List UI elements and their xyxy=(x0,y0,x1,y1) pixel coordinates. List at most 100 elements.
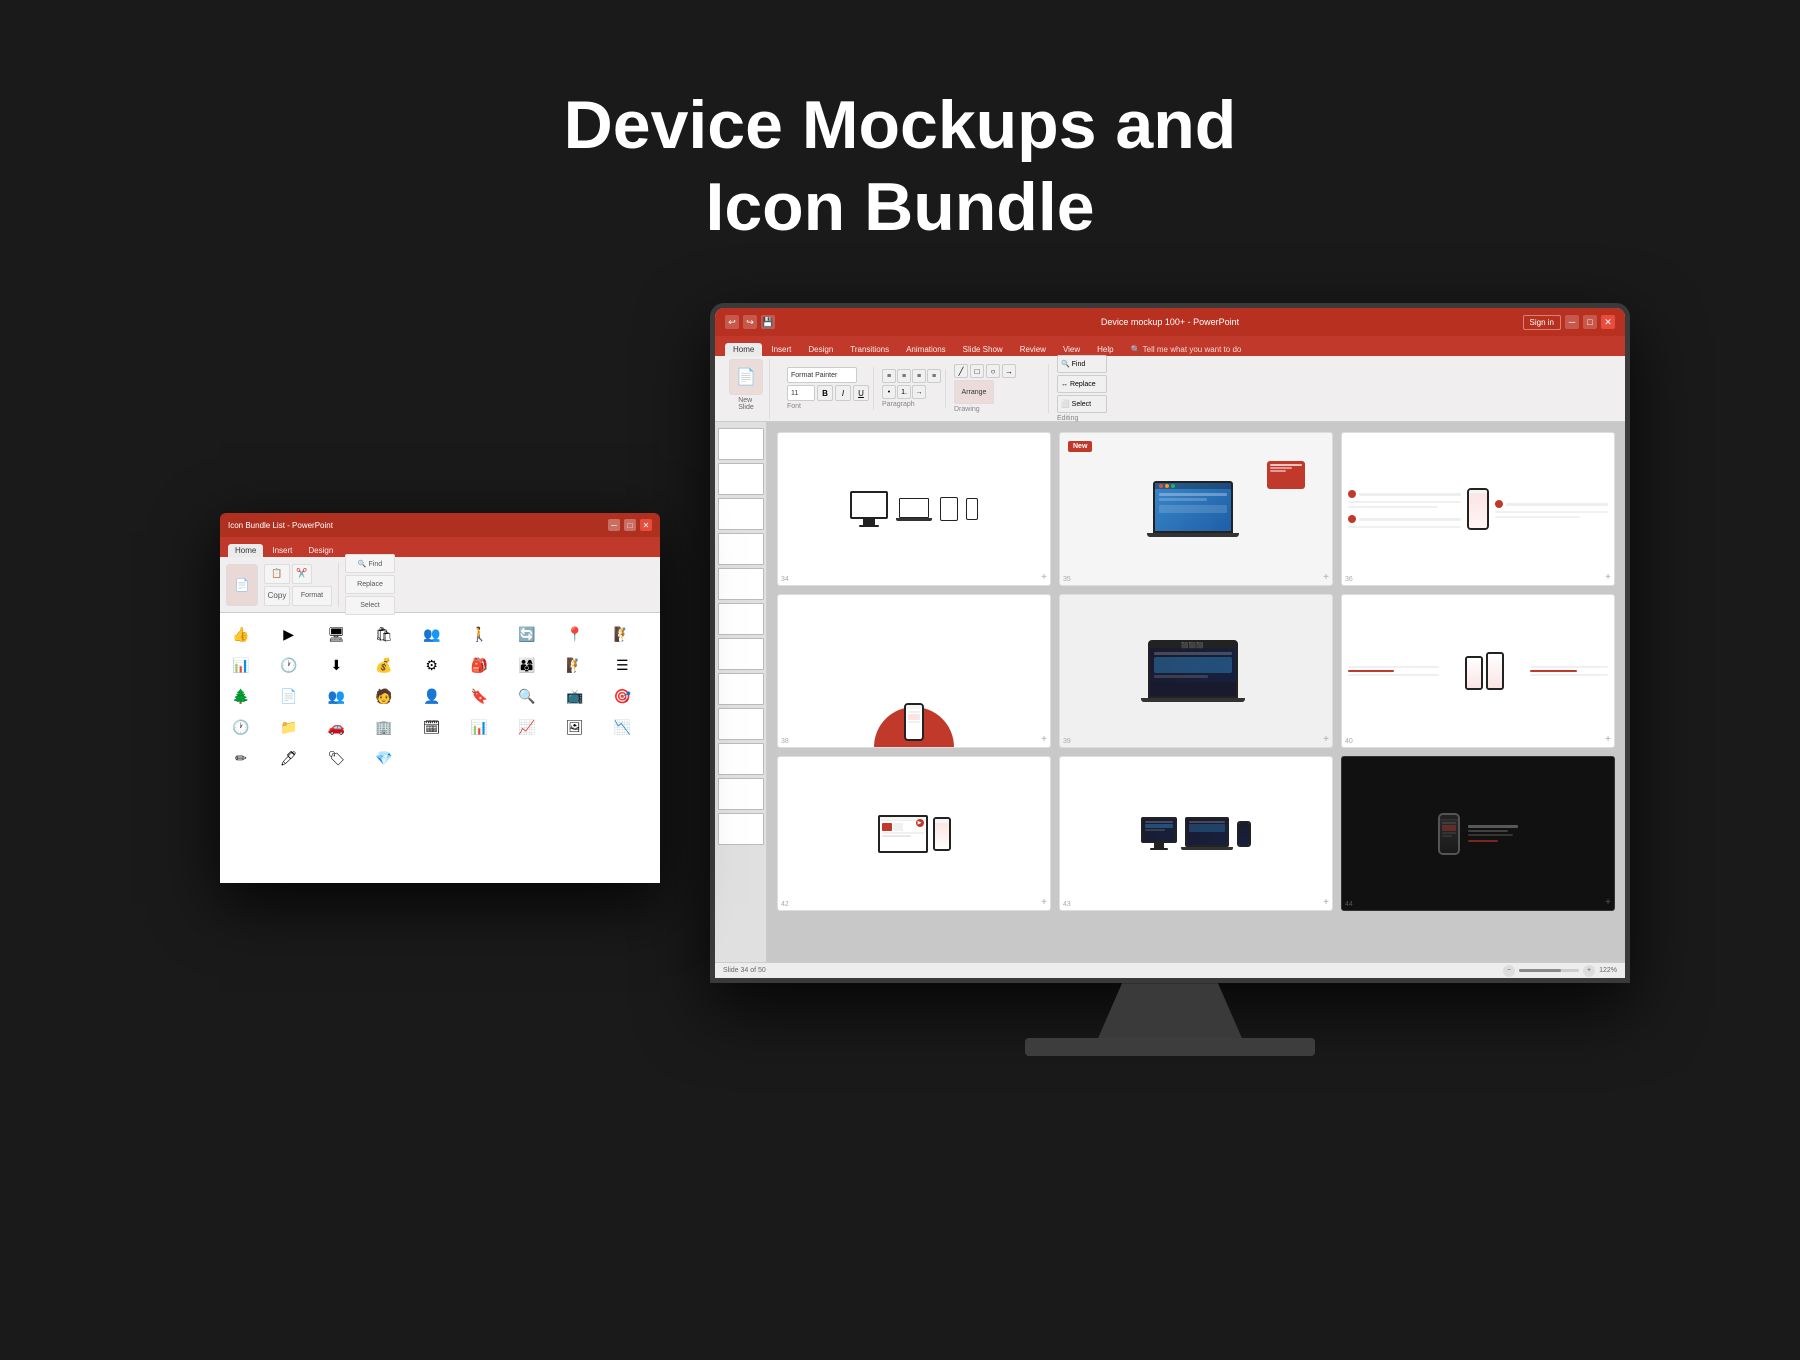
tab-insert[interactable]: Insert xyxy=(763,343,799,356)
mini-slide-4[interactable] xyxy=(718,533,764,565)
arrange-btn[interactable]: Arrange xyxy=(954,380,994,404)
icon-item: 🧑 xyxy=(371,683,397,709)
ppt-quickaccess: ↩ ↪ 💾 xyxy=(725,315,775,329)
tab-design[interactable]: Design xyxy=(800,343,841,356)
icon-item: ⚙ xyxy=(419,652,445,678)
tab-design-secondary[interactable]: Design xyxy=(301,544,340,557)
shape-line-btn[interactable]: ╱ xyxy=(954,364,968,378)
mini-slide-8[interactable] xyxy=(718,673,764,705)
shape-rect-btn[interactable]: □ xyxy=(970,364,984,378)
signin-btn[interactable]: Sign in xyxy=(1523,315,1561,330)
shape-arrow-btn[interactable]: → xyxy=(1002,364,1016,378)
copy-btn[interactable]: Copy xyxy=(264,586,290,606)
icon-item: ⬇ xyxy=(323,652,349,678)
mini-slide-1[interactable] xyxy=(718,428,764,460)
indent-btn[interactable]: → xyxy=(912,385,926,399)
slide-num-43: 43 xyxy=(1063,901,1071,908)
add-slide-btn-43[interactable]: + xyxy=(1323,897,1329,908)
replace-main-btn[interactable]: ↔ Replace xyxy=(1057,375,1107,393)
slide-39[interactable]: ⬛⬛⬛ xyxy=(1059,594,1333,748)
zoom-out-btn[interactable]: − xyxy=(1503,965,1515,977)
close-main-btn[interactable]: ✕ xyxy=(1601,315,1615,329)
undo-btn[interactable]: ↩ xyxy=(725,315,739,329)
mini-slide-6[interactable] xyxy=(718,603,764,635)
slide-34[interactable]: 34 + xyxy=(777,432,1051,586)
mini-slide-12[interactable] xyxy=(718,813,764,845)
bold-btn[interactable]: B xyxy=(817,385,833,401)
tab-review[interactable]: Review xyxy=(1012,343,1054,356)
cut-btn[interactable]: ✂️ xyxy=(292,564,312,584)
underline-btn[interactable]: U xyxy=(853,385,869,401)
tab-insert-secondary[interactable]: Insert xyxy=(265,544,299,557)
list-btn[interactable]: • xyxy=(882,385,896,399)
add-slide-btn-36[interactable]: + xyxy=(1605,572,1611,583)
add-slide-btn-38[interactable]: + xyxy=(1041,734,1047,745)
add-slide-btn-44[interactable]: + xyxy=(1605,897,1611,908)
new-slide-btn-secondary[interactable]: 📄 xyxy=(226,564,258,606)
tab-transitions[interactable]: Transitions xyxy=(842,343,897,356)
find-main-btn[interactable]: 🔍 Find xyxy=(1057,355,1107,373)
new-badge-slide35: New xyxy=(1068,441,1092,452)
select-btn[interactable]: Select xyxy=(345,596,395,615)
slide-42[interactable]: ▶ 42 + xyxy=(777,756,1051,910)
add-slide-btn-40[interactable]: + xyxy=(1605,734,1611,745)
zoom-in-btn[interactable]: + xyxy=(1583,965,1595,977)
mini-slide-3[interactable] xyxy=(718,498,764,530)
minimize-btn[interactable]: ─ xyxy=(608,519,620,531)
hero-title: Device Mockups and Icon Bundle xyxy=(0,85,1800,248)
add-slide-btn-39[interactable]: + xyxy=(1323,734,1329,745)
tab-home[interactable]: Home xyxy=(725,343,762,356)
select-main-btn[interactable]: ⬜ Select xyxy=(1057,395,1107,413)
mini-slide-9[interactable] xyxy=(718,708,764,740)
mini-slide-5[interactable] xyxy=(718,568,764,600)
format-painter-btn[interactable]: Format xyxy=(292,586,332,606)
tab-animations[interactable]: Animations xyxy=(898,343,954,356)
align-left-btn[interactable]: ≡ xyxy=(882,369,896,383)
shape-circle-btn[interactable]: ○ xyxy=(986,364,1000,378)
slide-36[interactable]: 36 + xyxy=(1341,432,1615,586)
slide-35[interactable]: New 35 + xyxy=(1059,432,1333,586)
mini-slide-2[interactable] xyxy=(718,463,764,495)
mini-slide-11[interactable] xyxy=(718,778,764,810)
icon-item: ▶ xyxy=(276,621,302,647)
paste-btn[interactable]: 📋 xyxy=(264,564,290,584)
tab-home-secondary[interactable]: Home xyxy=(228,544,263,557)
save-btn[interactable]: 💾 xyxy=(761,315,775,329)
ppt-statusbar: Slide 34 of 50 − + 122% xyxy=(715,962,1625,978)
icon-item: 🔖 xyxy=(466,683,492,709)
numbered-list-btn[interactable]: 1. xyxy=(897,385,911,399)
secondary-window-controls: ─ □ ✕ xyxy=(608,519,652,531)
justify-btn[interactable]: ≡ xyxy=(927,369,941,383)
add-slide-btn-42[interactable]: + xyxy=(1041,897,1047,908)
add-slide-btn-35[interactable]: + xyxy=(1323,572,1329,583)
redo-btn[interactable]: ↪ xyxy=(743,315,757,329)
secondary-monitor-window: Icon Bundle List - PowerPoint ─ □ ✕ Home… xyxy=(220,513,660,883)
find-btn[interactable]: 🔍 Find xyxy=(345,554,395,573)
mini-slide-10[interactable] xyxy=(718,743,764,775)
align-center-btn[interactable]: ≡ xyxy=(897,369,911,383)
add-slide-btn-34[interactable]: + xyxy=(1041,572,1047,583)
close-btn[interactable]: ✕ xyxy=(640,519,652,531)
mini-slide-7[interactable] xyxy=(718,638,764,670)
zoom-slider[interactable] xyxy=(1519,969,1579,972)
icon-item: 📍 xyxy=(562,621,588,647)
maximize-btn[interactable]: □ xyxy=(624,519,636,531)
italic-btn[interactable]: I xyxy=(835,385,851,401)
tab-slideshow[interactable]: Slide Show xyxy=(955,343,1011,356)
monitor-stand-neck xyxy=(1090,983,1250,1038)
icon-item: 📊 xyxy=(466,714,492,740)
new-slide-btn[interactable]: 📄 xyxy=(729,359,763,395)
minimize-main-btn[interactable]: ─ xyxy=(1565,315,1579,329)
slide-44[interactable]: 44 + xyxy=(1341,756,1615,910)
font-size-dropdown[interactable]: 11 xyxy=(787,385,815,401)
icon-item: 👥 xyxy=(323,683,349,709)
align-right-btn[interactable]: ≡ xyxy=(912,369,926,383)
font-family-dropdown[interactable]: Format Painter xyxy=(787,367,857,383)
slide-43[interactable]: 43 + xyxy=(1059,756,1333,910)
slide-40[interactable]: 40 + xyxy=(1341,594,1615,748)
icon-item: 🚶 xyxy=(466,621,492,647)
maximize-main-btn[interactable]: □ xyxy=(1583,315,1597,329)
slide-38[interactable]: 38 + xyxy=(777,594,1051,748)
replace-btn[interactable]: Replace xyxy=(345,575,395,594)
tell-me-input[interactable]: 🔍 Tell me what you want to do xyxy=(1123,343,1250,356)
